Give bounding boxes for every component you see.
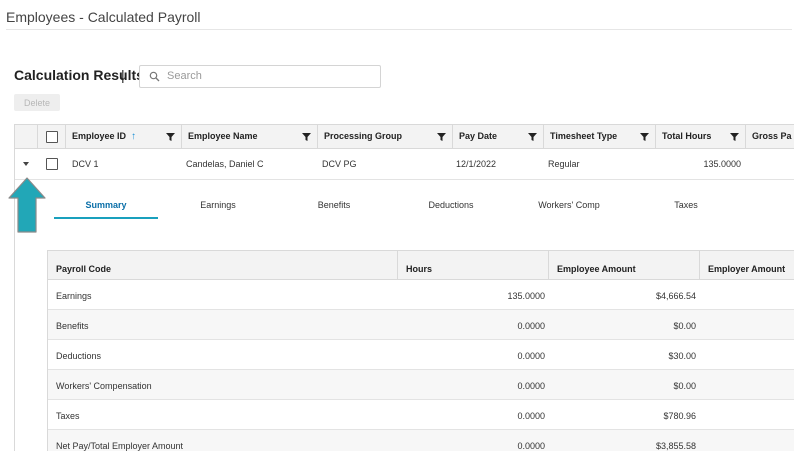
sort-ascending-icon[interactable]: ↑	[131, 131, 136, 142]
cell-payroll-code: Deductions	[56, 351, 102, 361]
column-label-timesheet-type: Timesheet Type	[550, 131, 618, 141]
cell-employer-amount	[700, 280, 790, 309]
column-header-timesheet-type[interactable]: Timesheet Type	[544, 125, 656, 148]
cell-hours: 135.0000	[507, 291, 545, 301]
cell-timesheet-type: Regular	[548, 159, 580, 169]
cell-employee-amount: $0.00	[673, 321, 696, 331]
column-header-employee-id[interactable]: Employee ID ↑	[66, 125, 182, 148]
collapse-caret-icon[interactable]	[23, 162, 29, 166]
search-icon	[149, 71, 160, 82]
column-header-processing-group[interactable]: Processing Group	[318, 125, 453, 148]
title-divider	[6, 29, 792, 30]
row-checkbox[interactable]	[46, 158, 58, 170]
column-header-employer-amount: Employer Amount	[708, 264, 786, 274]
cell-hours: 0.0000	[517, 351, 545, 361]
cell-employee-id: DCV 1	[72, 159, 99, 169]
column-header-gross-pay[interactable]: Gross Pa	[746, 125, 794, 148]
cell-employer-amount	[700, 370, 790, 399]
filter-icon[interactable]	[166, 133, 175, 141]
table-row: Deductions 0.0000 $30.00	[48, 340, 794, 370]
tab-summary[interactable]: Summary	[54, 189, 158, 219]
cell-payroll-code: Workers' Compensation	[56, 381, 152, 391]
cell-employee-name: Candelas, Daniel C	[186, 159, 264, 169]
cell-employee-amount: $3,855.58	[655, 441, 696, 451]
summary-header: Payroll Code Hours Employee Amount Emplo…	[48, 251, 794, 280]
tab-taxes[interactable]: Taxes	[646, 189, 726, 217]
table-row: Earnings 135.0000 $4,666.54	[48, 280, 794, 310]
table-row: Workers' Compensation 0.0000 $0.00	[48, 370, 794, 400]
cell-total-hours: 135.0000	[703, 159, 741, 169]
select-all-column-header	[38, 125, 66, 148]
column-header-payroll-code: Payroll Code	[48, 251, 398, 279]
cell-employee-amount: $30.00	[668, 351, 696, 361]
column-header-hours: Hours	[398, 251, 549, 279]
search-input[interactable]	[167, 68, 367, 84]
cell-hours: 0.0000	[517, 321, 545, 331]
cell-employer-amount	[700, 310, 790, 339]
tab-earnings[interactable]: Earnings	[176, 189, 260, 217]
summary-table: Payroll Code Hours Employee Amount Emplo…	[47, 250, 794, 451]
column-label-total-hours: Total Hours	[662, 131, 712, 141]
cell-payroll-code: Benefits	[56, 321, 89, 331]
tab-benefits[interactable]: Benefits	[294, 189, 374, 217]
cell-employer-amount	[700, 430, 790, 451]
table-row[interactable]: DCV 1 Candelas, Daniel C DCV PG 12/1/202…	[15, 149, 794, 180]
expander-column-header	[15, 125, 38, 148]
results-separator: |	[121, 67, 125, 83]
table-row: Net Pay/Total Employer Amount 0.0000 $3,…	[48, 430, 794, 451]
column-label-processing-group: Processing Group	[324, 131, 403, 141]
grid-header: Employee ID ↑ Employee Name Processing Gr…	[15, 125, 794, 149]
column-label-employee-name: Employee Name	[188, 131, 258, 141]
column-label-gross-pay: Gross Pa	[752, 131, 792, 141]
cell-payroll-code: Earnings	[56, 291, 92, 301]
select-all-checkbox[interactable]	[46, 131, 58, 143]
filter-icon[interactable]	[640, 133, 649, 141]
cell-employee-amount: $0.00	[673, 381, 696, 391]
detail-tabs: Summary Earnings Benefits Deductions Wor…	[54, 189, 794, 219]
annotation-arrow-icon	[8, 177, 46, 233]
tab-workers-comp[interactable]: Workers' Comp	[524, 189, 614, 217]
cell-payroll-code: Net Pay/Total Employer Amount	[56, 441, 184, 451]
column-header-employee-amount: Employee Amount	[549, 251, 700, 279]
cell-pay-date: 12/1/2022	[456, 159, 497, 169]
column-header-employee-name[interactable]: Employee Name	[182, 125, 318, 148]
column-header-total-hours[interactable]: Total Hours	[656, 125, 746, 148]
filter-icon[interactable]	[437, 133, 446, 141]
cell-processing-group: DCV PG	[322, 159, 357, 169]
page-title: Employees - Calculated Payroll	[6, 9, 201, 25]
cell-employee-amount: $780.96	[663, 411, 696, 421]
filter-icon[interactable]	[528, 133, 537, 141]
column-header-pay-date[interactable]: Pay Date	[453, 125, 544, 148]
cell-employer-amount	[700, 340, 790, 369]
cell-hours: 0.0000	[517, 411, 545, 421]
filter-icon[interactable]	[730, 133, 739, 141]
cell-payroll-code: Taxes	[56, 411, 80, 421]
tab-deductions[interactable]: Deductions	[411, 189, 491, 217]
search-box	[139, 65, 381, 88]
delete-button[interactable]: Delete	[14, 94, 60, 111]
cell-hours: 0.0000	[517, 441, 545, 451]
table-row: Benefits 0.0000 $0.00	[48, 310, 794, 340]
cell-employee-amount: $4,666.54	[655, 291, 696, 301]
cell-employer-amount	[700, 400, 790, 429]
column-label-employee-id: Employee ID	[72, 131, 127, 141]
column-label-pay-date: Pay Date	[459, 131, 498, 141]
table-row: Taxes 0.0000 $780.96	[48, 400, 794, 430]
cell-hours: 0.0000	[517, 381, 545, 391]
filter-icon[interactable]	[302, 133, 311, 141]
